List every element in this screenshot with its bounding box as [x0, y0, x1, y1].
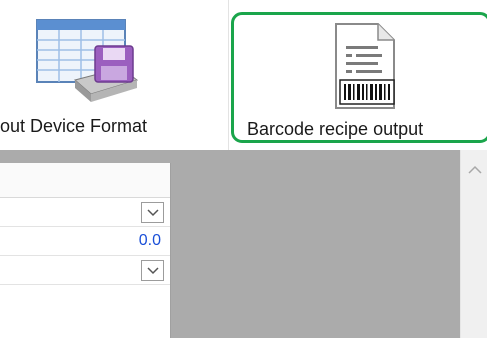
workspace-area: 0.0: [0, 150, 487, 338]
database-table-icon: [35, 18, 139, 109]
toolbar-separator: [228, 0, 229, 150]
output-device-format-label: out Device Format: [0, 116, 148, 136]
grid-row-number[interactable]: 0.0: [0, 227, 170, 256]
numeric-value[interactable]: 0.0: [139, 232, 161, 250]
dropdown-button[interactable]: [141, 202, 164, 223]
scroll-up-arrow-icon[interactable]: [468, 162, 482, 180]
grid-header: [0, 163, 170, 198]
property-grid: 0.0: [0, 163, 171, 338]
barcode-document-icon: [332, 22, 398, 117]
grid-row-dropdown-1[interactable]: [0, 198, 170, 227]
chevron-down-icon: [146, 204, 159, 222]
chevron-down-icon: [146, 262, 159, 280]
dropdown-button[interactable]: [141, 260, 164, 281]
barcode-recipe-output-button[interactable]: Barcode recipe output: [231, 12, 487, 143]
grid-row-dropdown-2[interactable]: [0, 256, 170, 285]
vertical-scrollbar[interactable]: [460, 150, 487, 338]
ribbon-toolbar: out Device Format Barcode recipe output: [0, 0, 487, 150]
barcode-recipe-output-label: Barcode recipe output: [247, 119, 424, 139]
output-device-format-button[interactable]: out Device Format: [0, 0, 228, 150]
